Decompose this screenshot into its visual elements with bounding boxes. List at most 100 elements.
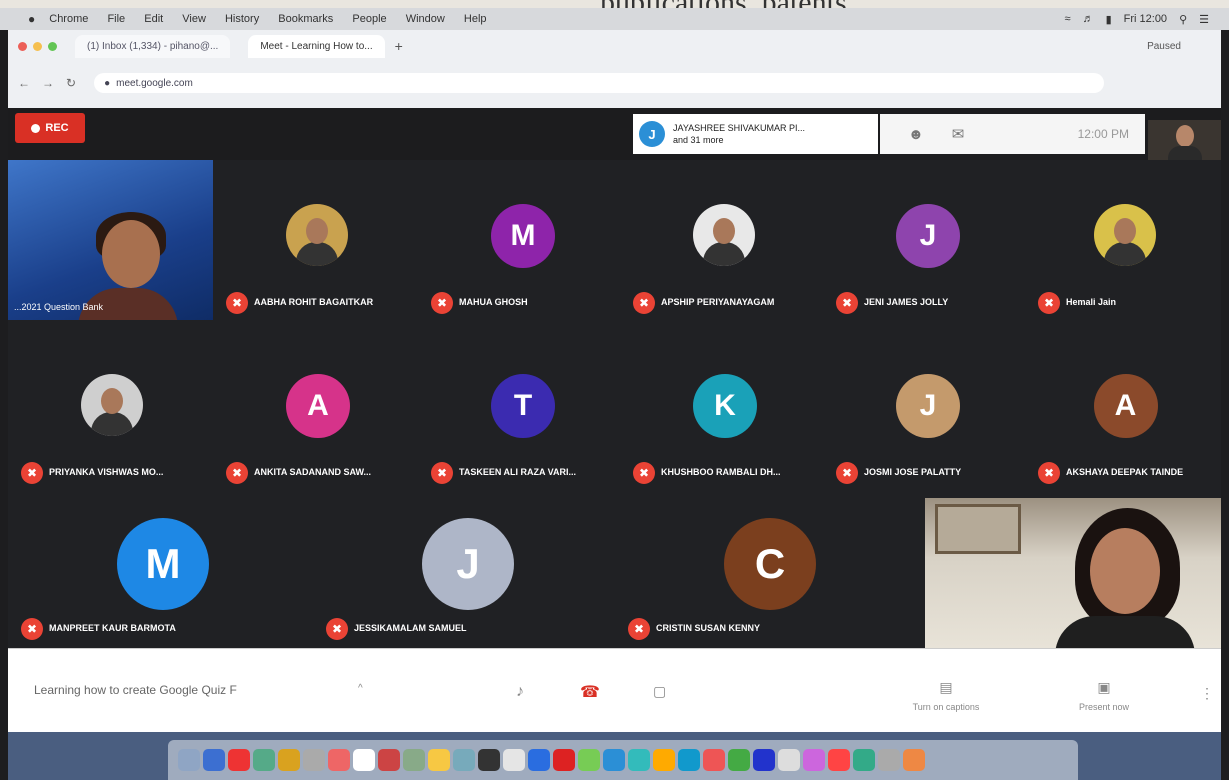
back-icon[interactable]: ← [18, 76, 30, 90]
presenter-chip[interactable]: J JAYASHREE SHIVAKUMAR PI... and 31 more [633, 114, 878, 154]
participant-name: APSHIP PERIYANAYAGAM [661, 297, 775, 307]
profile-status[interactable]: Paused [1147, 41, 1181, 52]
mic-muted-icon: ✖ [633, 292, 655, 314]
dock-app-icon[interactable] [328, 749, 350, 771]
dock-app-icon[interactable] [628, 749, 650, 771]
dock-app-icon[interactable] [453, 749, 475, 771]
mic-icon[interactable]: ♪ [516, 683, 524, 701]
dock-app-icon[interactable] [528, 749, 550, 771]
participant-tile[interactable]: J ✖ JENI JAMES JOLLY [828, 160, 1028, 320]
apple-icon[interactable]: ● [28, 12, 35, 26]
menu-chrome[interactable]: Chrome [49, 13, 88, 25]
dock-app-icon[interactable] [728, 749, 750, 771]
dock-app-icon[interactable] [878, 749, 900, 771]
dock-app-icon[interactable] [378, 749, 400, 771]
dock-app-icon[interactable] [853, 749, 875, 771]
meet-bottom-bar: Learning how to create Google Quiz F ^ ♪… [8, 648, 1221, 733]
participant-tile[interactable]: M ✖ MANPREET KAUR BARMOTA [13, 498, 313, 648]
participant-tile[interactable]: J ✖ JOSMI JOSE PALATTY [828, 330, 1028, 490]
tab-inbox[interactable]: (1) Inbox (1,334) - pihano@... [75, 34, 231, 58]
chevron-up-icon[interactable]: ^ [358, 683, 363, 694]
tab-strip: (1) Inbox (1,334) - pihano@... Meet - Le… [8, 30, 1221, 62]
forward-icon[interactable]: → [42, 76, 54, 90]
self-view[interactable] [1148, 120, 1221, 160]
phone-hangup-icon[interactable]: ☎ [580, 682, 600, 702]
mic-muted-icon: ✖ [1038, 292, 1060, 314]
menubar-clock[interactable]: Fri 12:00 [1124, 13, 1167, 25]
menu-history[interactable]: History [225, 13, 259, 25]
menu-help[interactable]: Help [464, 13, 487, 25]
captions-button[interactable]: ▤ Turn on captions [904, 679, 988, 712]
dock-app-icon[interactable] [478, 749, 500, 771]
menu-window[interactable]: Window [406, 13, 445, 25]
participant-tile[interactable]: J ✖ JESSIKAMALAM SAMUEL [318, 498, 618, 648]
dock-app-icon[interactable] [678, 749, 700, 771]
chat-icon[interactable]: ✉ [952, 125, 965, 143]
menu-list-icon[interactable]: ☰ [1199, 13, 1209, 26]
dock-app-icon[interactable] [553, 749, 575, 771]
menu-edit[interactable]: Edit [144, 13, 163, 25]
menubar-status: ≈ ♬ ▮ Fri 12:00 ⚲ ☰ [1065, 13, 1209, 26]
dock-app-icon[interactable] [428, 749, 450, 771]
video-tile-question-bank[interactable]: ...2021 Question Bank [8, 160, 213, 320]
dock-app-icon[interactable] [403, 749, 425, 771]
zoom-window-icon[interactable] [48, 41, 57, 51]
close-window-icon[interactable] [18, 41, 27, 51]
dock-app-icon[interactable] [278, 749, 300, 771]
participant-tile[interactable]: ✖ Hemali Jain [1030, 160, 1221, 320]
wifi-icon[interactable]: ≈ [1065, 13, 1071, 25]
dock-app-icon[interactable] [228, 749, 250, 771]
battery-icon[interactable]: ▮ [1106, 13, 1112, 26]
menu-file[interactable]: File [107, 13, 125, 25]
participant-tile[interactable]: ✖ APSHIP PERIYANAYAGAM [625, 160, 825, 320]
people-icon[interactable]: ☻ [908, 126, 924, 143]
participant-tile[interactable]: A ✖ AKSHAYA DEEPAK TAINDE [1030, 330, 1221, 490]
participant-photo-avatar [1093, 204, 1156, 266]
menu-people[interactable]: People [352, 13, 386, 25]
dock-app-icon[interactable] [353, 749, 375, 771]
dock-app-icon[interactable] [703, 749, 725, 771]
present-button[interactable]: ▣ Present now [1062, 679, 1146, 712]
dock-app-icon[interactable] [253, 749, 275, 771]
reload-icon[interactable]: ↻ [66, 76, 76, 90]
mic-muted-icon: ✖ [21, 618, 43, 640]
minimize-window-icon[interactable] [33, 41, 42, 51]
dock-app-icon[interactable] [303, 749, 325, 771]
dock-app-icon[interactable] [653, 749, 675, 771]
meeting-title[interactable]: Learning how to create Google Quiz F [34, 683, 237, 697]
dock-app-icon[interactable] [603, 749, 625, 771]
dock-app-icon[interactable] [753, 749, 775, 771]
participant-tile[interactable]: M ✖ MAHUA GHOSH [423, 160, 623, 320]
camera-icon[interactable]: ▢ [653, 683, 666, 700]
tab-meet[interactable]: Meet - Learning How to... [248, 34, 385, 58]
participant-tile[interactable]: K ✖ KHUSHBOO RAMBALI DH... [625, 330, 825, 490]
photo-face [1113, 218, 1136, 244]
participant-tile[interactable]: ✖ PRIYANKA VISHWAS MO... [13, 330, 213, 490]
dock-app-icon[interactable] [828, 749, 850, 771]
dock-app-icon[interactable] [803, 749, 825, 771]
dock-app-icon[interactable] [903, 749, 925, 771]
menu-bookmarks[interactable]: Bookmarks [278, 13, 333, 25]
new-tab-icon[interactable]: + [395, 38, 403, 54]
search-icon[interactable]: ⚲ [1179, 13, 1187, 26]
participant-tile[interactable]: A ✖ ANKITA SADANAND SAW... [218, 330, 418, 490]
photo-face [713, 218, 735, 244]
participant-tile[interactable]: C ✖ CRISTIN SUSAN KENNY [620, 498, 920, 648]
dock-app-icon[interactable] [503, 749, 525, 771]
participant-tile[interactable]: T ✖ TASKEEN ALI RAZA VARI... [423, 330, 623, 490]
url-bar[interactable]: ● meet.google.com [94, 73, 1105, 93]
menu-view[interactable]: View [182, 13, 206, 25]
participant-initial-avatar: K [693, 374, 757, 438]
mic-muted-icon: ✖ [1038, 462, 1060, 484]
wall-frame [935, 504, 1021, 554]
more-vert-icon[interactable]: ⋮ [1200, 685, 1214, 702]
dock-app-icon[interactable] [578, 749, 600, 771]
volume-icon[interactable]: ♬ [1083, 13, 1094, 25]
dock-app-icon[interactable] [778, 749, 800, 771]
speaker-video[interactable] [925, 498, 1221, 648]
dock-app-icon[interactable] [178, 749, 200, 771]
mic-muted-icon: ✖ [628, 618, 650, 640]
self-body [1168, 146, 1202, 160]
participant-tile[interactable]: ✖ AABHA ROHIT BAGAITKAR [218, 160, 418, 320]
dock-app-icon[interactable] [203, 749, 225, 771]
